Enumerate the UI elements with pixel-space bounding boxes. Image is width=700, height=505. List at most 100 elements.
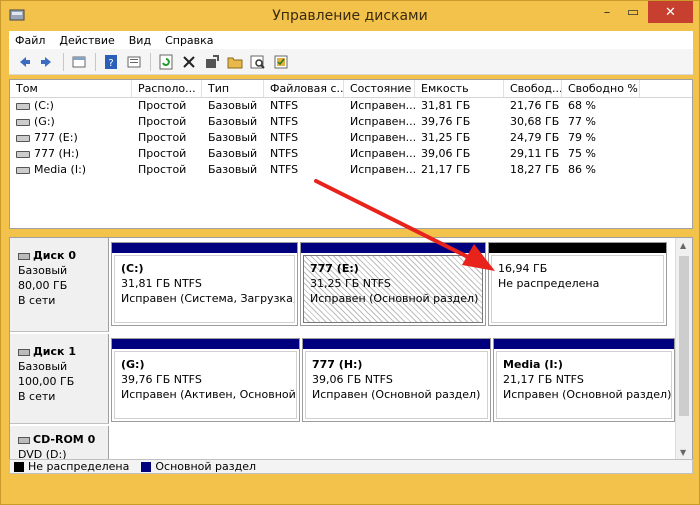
vertical-scrollbar[interactable]: ▲ ▼: [675, 238, 692, 460]
primary-swatch: [141, 461, 152, 472]
disk-1-info[interactable]: Диск 1 Базовый 100,00 ГБ В сети: [10, 334, 109, 424]
forward-arrow-icon[interactable]: [38, 53, 56, 71]
refresh-icon[interactable]: [157, 53, 175, 71]
settings-icon[interactable]: [203, 53, 221, 71]
partition-status: Исправен (Активен, Основной раздел: [121, 388, 296, 401]
disk-graphical-view[interactable]: Диск 0 Базовый 80,00 ГБ В сети (C:) 31,8…: [9, 237, 693, 461]
free-space-cell: 29,11 ГБ: [510, 147, 560, 160]
partition-size: 39,06 ГБ NTFS: [312, 373, 393, 386]
unallocated-space[interactable]: 16,94 ГБ Не распределена: [488, 242, 667, 326]
column-header-layout[interactable]: Располо...: [132, 80, 202, 97]
scrollbar-thumb[interactable]: [679, 256, 689, 416]
disk-1-row: Диск 1 Базовый 100,00 ГБ В сети (G:) 39,…: [10, 334, 677, 424]
partition-i[interactable]: Media (I:) 21,17 ГБ NTFS Исправен (Основ…: [493, 338, 675, 422]
help-icon[interactable]: ?: [102, 53, 120, 71]
partition-name: 777 (H:): [312, 358, 363, 371]
scroll-up-icon[interactable]: ▲: [680, 241, 686, 250]
cdrom-0-name: CD-ROM 0: [33, 433, 96, 446]
properties-icon[interactable]: [125, 53, 143, 71]
partition-size: 31,25 ГБ NTFS: [310, 277, 391, 290]
column-header-free-space[interactable]: Свобод...: [504, 80, 562, 97]
hard-disk-icon: [18, 348, 30, 356]
disk-0-info[interactable]: Диск 0 Базовый 80,00 ГБ В сети: [10, 238, 109, 332]
type-cell: Базовый: [208, 115, 258, 128]
volume-cell: (G:): [10, 114, 132, 130]
partition-e[interactable]: 777 (E:) 31,25 ГБ NTFS Исправен (Основно…: [300, 242, 486, 326]
minimize-button[interactable]: –: [594, 1, 620, 23]
column-header-filesystem[interactable]: Файловая с...: [264, 80, 344, 97]
cdrom-0-row: CD-ROM 0 DVD (D:): [10, 426, 677, 460]
filesystem-cell: NTFS: [270, 99, 299, 112]
table-row[interactable]: Media (I:) Простой Базовый NTFS Исправен…: [10, 162, 692, 178]
partition-body: Media (I:) 21,17 ГБ NTFS Исправен (Основ…: [496, 351, 672, 419]
type-cell: Базовый: [208, 163, 258, 176]
table-row[interactable]: (C:) Простой Базовый NTFS Исправен... 31…: [10, 98, 692, 114]
disk-1-size: 100,00 ГБ: [18, 375, 75, 388]
close-button[interactable]: ✕: [648, 1, 693, 23]
free-percent-cell: 86 %: [568, 163, 596, 176]
partition-body-selected: 777 (E:) 31,25 ГБ NTFS Исправен (Основно…: [303, 255, 483, 323]
partition-c[interactable]: (C:) 31,81 ГБ NTFS Исправен (Система, За…: [111, 242, 298, 326]
title-bar[interactable]: Управление дисками – ▭ ✕: [1, 1, 699, 31]
menu-view[interactable]: Вид: [129, 34, 151, 47]
filesystem-cell: NTFS: [270, 115, 299, 128]
column-header-type[interactable]: Тип: [202, 80, 264, 97]
volume-cell: 777 (H:): [10, 146, 132, 162]
toolbar-separator: [63, 52, 64, 71]
partition-size: 21,17 ГБ NTFS: [503, 373, 584, 386]
partition-name: (G:): [121, 358, 145, 371]
partition-name: (C:): [121, 262, 144, 275]
free-percent-cell: 68 %: [568, 99, 596, 112]
volume-cell: 777 (E:): [10, 130, 132, 146]
legend-unallocated: Не распределена: [28, 460, 130, 473]
console-icon[interactable]: [70, 53, 88, 71]
partition-h[interactable]: 777 (H:) 39,06 ГБ NTFS Исправен (Основно…: [302, 338, 491, 422]
column-header-free-percent[interactable]: Свободно %: [562, 80, 640, 97]
back-arrow-icon[interactable]: [15, 53, 33, 71]
menu-bar: Файл Действие Вид Справка: [9, 31, 693, 49]
status-cell: Исправен...: [350, 163, 415, 176]
column-header-capacity[interactable]: Емкость: [415, 80, 504, 97]
drive-icon: [16, 134, 30, 142]
svg-text:?: ?: [108, 58, 113, 69]
status-cell: Исправен...: [350, 147, 415, 160]
check-icon[interactable]: [272, 53, 290, 71]
capacity-cell: 39,76 ГБ: [421, 115, 471, 128]
filesystem-cell: NTFS: [270, 131, 299, 144]
partition-status: Исправен (Основной раздел): [310, 292, 479, 305]
partition-body: (G:) 39,76 ГБ NTFS Исправен (Активен, Ос…: [114, 351, 297, 419]
partition-size: 39,76 ГБ NTFS: [121, 373, 202, 386]
menu-file[interactable]: Файл: [15, 34, 45, 47]
menu-action[interactable]: Действие: [59, 34, 114, 47]
partition-g[interactable]: (G:) 39,76 ГБ NTFS Исправен (Активен, Ос…: [111, 338, 300, 422]
menu-help[interactable]: Справка: [165, 34, 213, 47]
primary-partition-bar: [112, 243, 297, 253]
disk-1-status: В сети: [18, 390, 56, 403]
find-icon[interactable]: [249, 53, 267, 71]
scroll-down-icon[interactable]: ▼: [680, 448, 686, 457]
volume-list-header: Том Располо... Тип Файловая с... Состоян…: [10, 80, 692, 98]
free-percent-cell: 77 %: [568, 115, 596, 128]
table-row[interactable]: 777 (E:) Простой Базовый NTFS Исправен..…: [10, 130, 692, 146]
disk-1-name: Диск 1: [33, 345, 76, 358]
maximize-button[interactable]: ▭: [620, 1, 646, 23]
capacity-cell: 31,81 ГБ: [421, 99, 471, 112]
disk-0-size: 80,00 ГБ: [18, 279, 68, 292]
layout-cell: Простой: [138, 163, 187, 176]
volume-name: (G:): [34, 115, 55, 128]
window-title: Управление дисками: [272, 8, 428, 24]
partition-status: Не распределена: [498, 277, 600, 290]
volume-list[interactable]: Том Располо... Тип Файловая с... Состоян…: [9, 79, 693, 229]
cdrom-0-info[interactable]: CD-ROM 0 DVD (D:): [10, 426, 109, 460]
drive-icon: [16, 166, 30, 174]
drive-icon: [16, 150, 30, 158]
column-header-status[interactable]: Состояние: [344, 80, 415, 97]
toolbar-separator: [150, 52, 151, 71]
delete-icon[interactable]: [180, 53, 198, 71]
disk-management-app-icon: [9, 9, 25, 21]
disk-0-row: Диск 0 Базовый 80,00 ГБ В сети (C:) 31,8…: [10, 238, 677, 332]
table-row[interactable]: (G:) Простой Базовый NTFS Исправен... 39…: [10, 114, 692, 130]
open-folder-icon[interactable]: [226, 53, 244, 71]
table-row[interactable]: 777 (H:) Простой Базовый NTFS Исправен..…: [10, 146, 692, 162]
column-header-volume[interactable]: Том: [10, 80, 132, 97]
